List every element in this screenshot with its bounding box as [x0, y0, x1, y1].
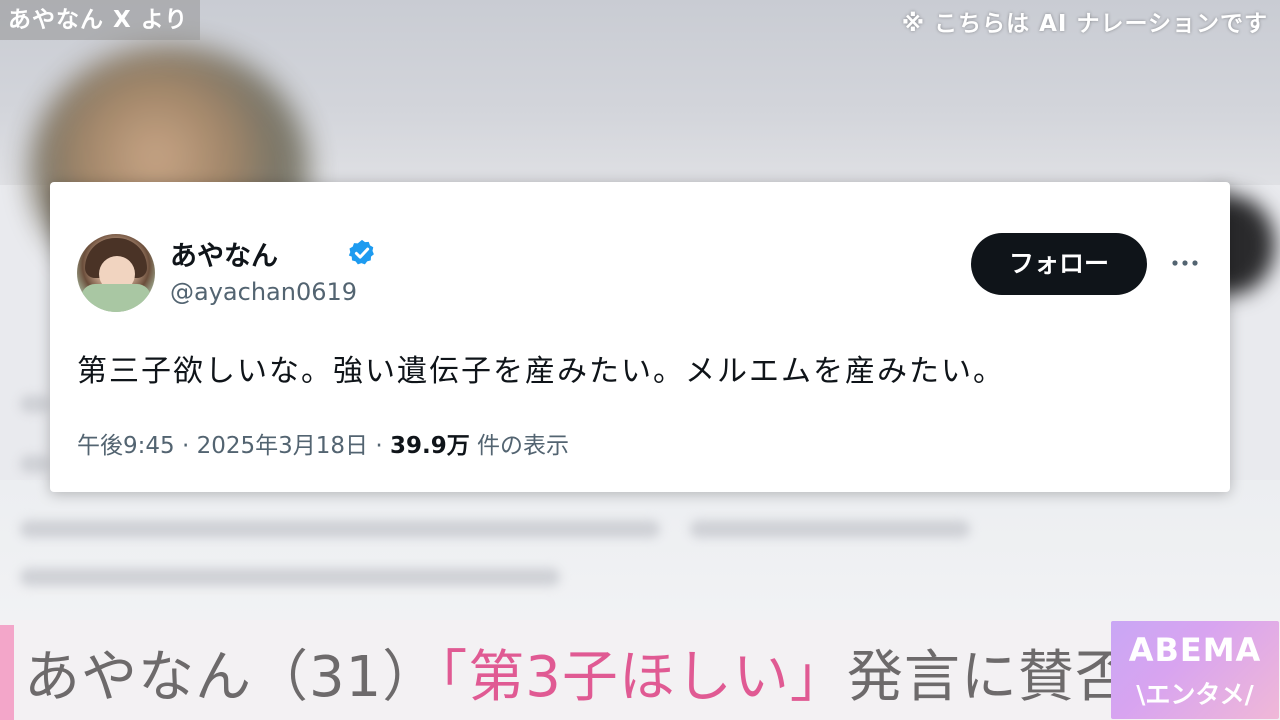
blurred-text-line	[690, 520, 970, 538]
abema-logo-subtitle: \エンタメ/	[1136, 680, 1254, 709]
tweet-time[interactable]: 午後9:45	[77, 433, 175, 459]
abema-logo-title: ABEMA	[1128, 631, 1262, 669]
source-label: あやなん X より	[0, 0, 201, 40]
blurred-text-line	[20, 520, 660, 538]
tweet-text: 第三子欲しいな。強い遺伝子を産みたい。メルエムを産みたい。	[77, 354, 1005, 389]
headline-caption: あやなん（31）「第3子ほしい」発言に賛否	[24, 632, 1132, 713]
tweet-meta: 午後9:45 · 2025年3月18日 · 39.9万 件の表示	[77, 426, 569, 460]
follow-button[interactable]: フォロー	[971, 233, 1147, 295]
views-count[interactable]: 39.9万	[390, 433, 470, 459]
caption-part-name: あやなん（31）	[24, 645, 440, 710]
verified-badge-icon	[348, 239, 374, 265]
tweet-card: あやなん @ayachan0619 フォロー 第三子欲しいな。強い遺伝子を産みた…	[50, 182, 1230, 492]
blurred-background-content	[0, 480, 1280, 620]
caption-part-quote: 「第3子ほしい」	[439, 645, 847, 710]
abema-logo: ABEMA \エンタメ/	[1111, 621, 1279, 719]
blurred-text-line	[20, 568, 560, 586]
video-frame: あやなん X より ※ こちらは AI ナレーションです あやなん @ayach…	[0, 0, 1280, 720]
more-options-icon[interactable]	[1168, 246, 1202, 280]
views-label: 件の表示	[477, 433, 570, 459]
blurred-text-line	[20, 395, 50, 413]
meta-separator: ·	[181, 433, 190, 459]
user-handle[interactable]: @ayachan0619	[170, 278, 357, 306]
meta-separator: ·	[375, 433, 383, 459]
display-name[interactable]: あやなん	[170, 234, 278, 273]
tweet-date[interactable]: 2025年3月18日	[197, 433, 368, 459]
blurred-text-line	[20, 455, 50, 473]
caption-part-reaction: 発言に賛否	[846, 645, 1132, 710]
avatar[interactable]	[77, 234, 155, 312]
caption-accent	[0, 625, 14, 720]
avatar-plush	[81, 284, 151, 312]
ai-narration-note: ※ こちらは AI ナレーションです	[901, 11, 1268, 37]
